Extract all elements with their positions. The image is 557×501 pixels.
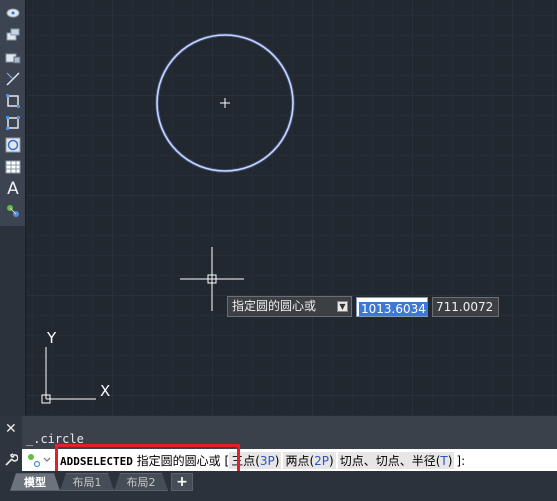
text-icon[interactable]: A <box>3 179 23 199</box>
table-icon[interactable] <box>3 157 23 177</box>
layout-tabs-bar: 模型 布局1 布局2 + <box>0 471 557 501</box>
ucs-y-label: Y <box>47 329 57 347</box>
command-prompt-text: ADDSELECTED 指定圆的圆心或 [三点(3P) 两点(2P) 切点、切点、半… <box>60 452 465 469</box>
polyline-icon[interactable] <box>3 25 23 45</box>
command-prompt-icon <box>28 454 51 468</box>
dynamic-input-y-field[interactable]: 711.0072 <box>432 297 499 317</box>
circle-icon[interactable] <box>3 135 23 155</box>
region-icon[interactable] <box>3 91 23 111</box>
dynamic-input-x-value[interactable]: 1013.6034 <box>359 302 428 316</box>
dynamic-input-prompt-text: 指定圆的圆心或 <box>232 299 317 313</box>
canvas-graphics <box>41 33 295 404</box>
customize-wrench-icon[interactable] <box>4 452 19 471</box>
tab-layout2[interactable]: 布局2 <box>114 473 168 491</box>
add-layout-button[interactable]: + <box>171 473 193 491</box>
rectangle-icon[interactable] <box>3 48 23 68</box>
command-name: ADDSELECTED <box>60 455 133 468</box>
command-prompt: 指定圆的圆心或 <box>132 454 225 468</box>
dynamic-input-y-value[interactable]: 711.0072 <box>436 300 493 314</box>
close-icon[interactable]: ✕ <box>5 421 17 437</box>
recent-commands-button[interactable] <box>22 449 55 471</box>
command-history-line: _.circle <box>26 432 84 446</box>
dynamic-input-x-field[interactable]: 1013.6034 <box>356 297 428 317</box>
options-bracket-close: ]: <box>456 454 466 468</box>
palette-spacer <box>0 226 26 416</box>
point-style-icon[interactable] <box>3 3 23 23</box>
option-tangent-tangent-radius[interactable]: 切点、切点、半径(T) <box>337 452 455 469</box>
command-window-handle: ✕ <box>0 416 22 471</box>
drawing-canvas[interactable]: Y X <box>27 0 557 416</box>
boundary-icon[interactable] <box>3 113 23 133</box>
dynamic-input-prompt: 指定圆的圆心或 ▼ <box>227 296 352 317</box>
option-two-point[interactable]: 两点(2P) <box>283 452 336 469</box>
option-three-point[interactable]: 三点(3P) <box>229 452 282 469</box>
command-window: ✕ _.circle ADDSELECTED 指定圆的圆心或 [三点(3P) 两点… <box>0 416 557 471</box>
line-icon[interactable] <box>3 69 23 89</box>
dropdown-arrow-icon[interactable]: ▼ <box>337 301 348 312</box>
tab-layout1[interactable]: 布局1 <box>60 473 114 491</box>
object-snap-icon[interactable] <box>3 201 23 221</box>
command-input-line[interactable]: ADDSELECTED 指定圆的圆心或 [三点(3P) 两点(2P) 切点、切点、半… <box>22 449 557 471</box>
ucs-x-label: X <box>100 382 111 400</box>
tab-model[interactable]: 模型 <box>10 473 60 491</box>
draw-toolbar: A <box>0 0 26 226</box>
